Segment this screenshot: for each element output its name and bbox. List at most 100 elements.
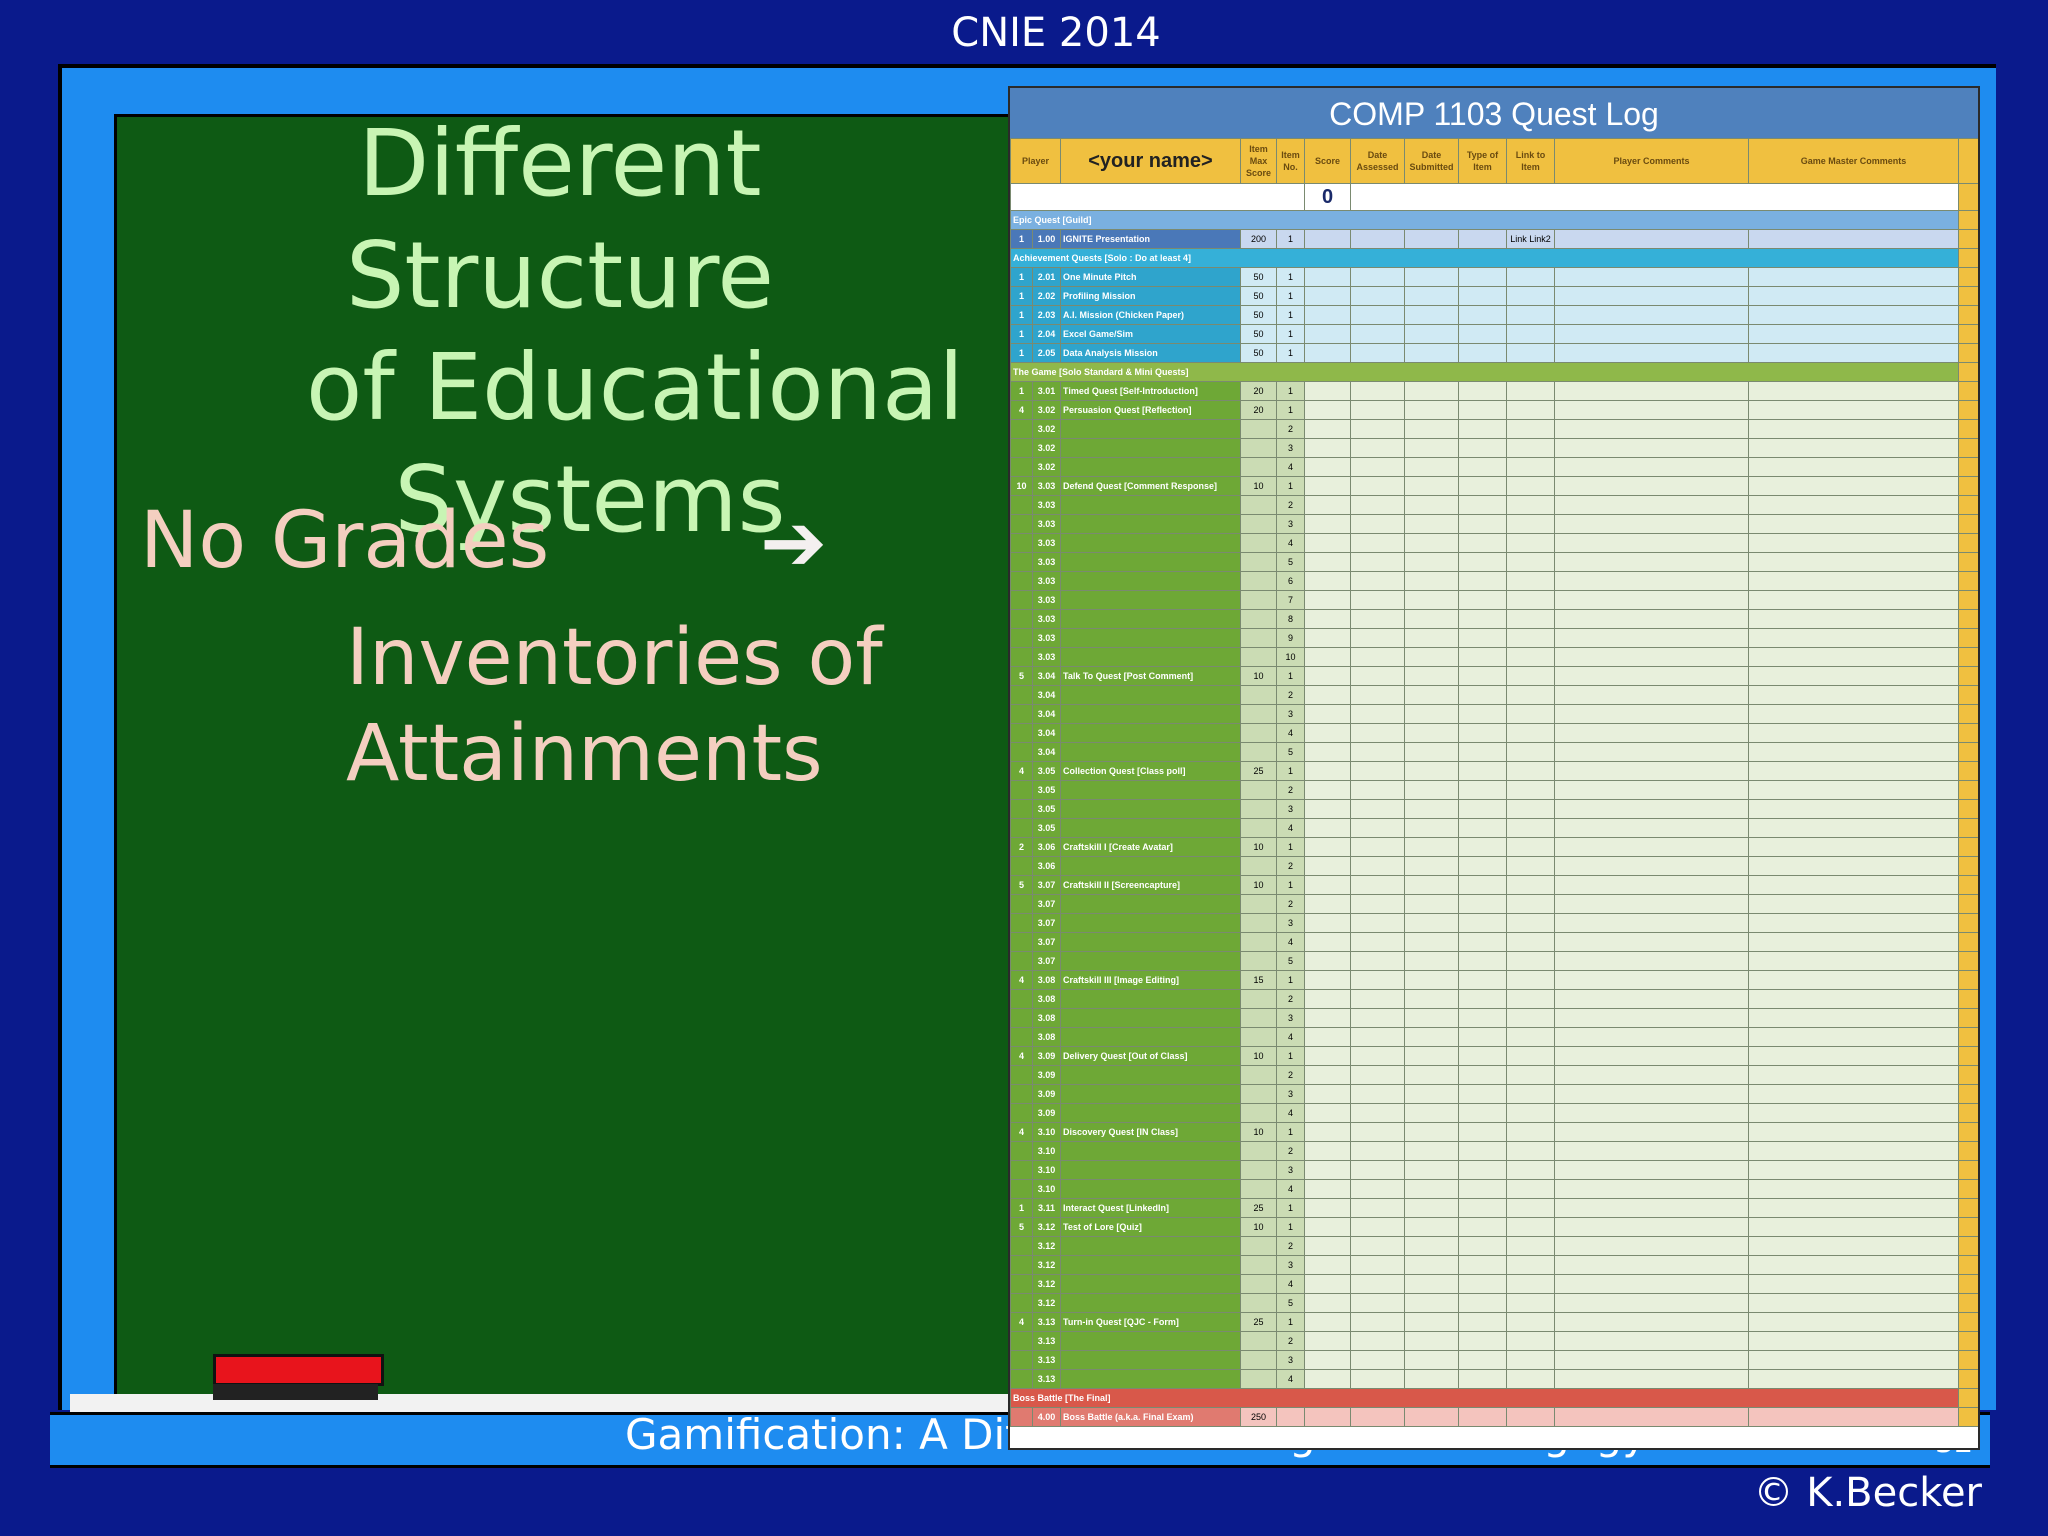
date-assessed-cell[interactable]	[1350, 970, 1405, 990]
type-of-item-cell[interactable]	[1458, 647, 1507, 667]
type-of-item-cell[interactable]	[1458, 818, 1507, 838]
player-comments-cell[interactable]	[1554, 1407, 1749, 1427]
player-comments-cell[interactable]	[1554, 571, 1749, 591]
date-assessed-cell[interactable]	[1350, 913, 1405, 933]
type-of-item-cell[interactable]	[1458, 571, 1507, 591]
date-submitted-cell[interactable]	[1404, 1122, 1459, 1142]
quest-row[interactable]: 1 2.03 A.I. Mission (Chicken Paper) 50 1	[1010, 305, 1978, 325]
quest-row[interactable]: 3.10 3	[1010, 1160, 1978, 1180]
date-submitted-cell[interactable]	[1404, 913, 1459, 933]
type-of-item-cell[interactable]	[1458, 343, 1507, 363]
type-of-item-cell[interactable]	[1458, 1331, 1507, 1351]
gm-comments-cell[interactable]	[1748, 989, 1959, 1009]
quest-row[interactable]: 3.02 2	[1010, 419, 1978, 439]
type-of-item-cell[interactable]	[1458, 685, 1507, 705]
score-cell[interactable]	[1304, 457, 1351, 477]
score-cell[interactable]	[1304, 400, 1351, 420]
date-submitted-cell[interactable]	[1404, 324, 1459, 344]
score-cell[interactable]	[1304, 571, 1351, 591]
gm-comments-cell[interactable]	[1748, 666, 1959, 686]
type-of-item-cell[interactable]	[1458, 1293, 1507, 1313]
date-submitted-cell[interactable]	[1404, 1350, 1459, 1370]
gm-comments-cell[interactable]	[1748, 571, 1959, 591]
gm-comments-cell[interactable]	[1748, 229, 1959, 249]
gm-comments-cell[interactable]	[1748, 476, 1959, 496]
player-comments-cell[interactable]	[1554, 989, 1749, 1009]
quest-row[interactable]: 3.12 5	[1010, 1293, 1978, 1313]
gm-comments-cell[interactable]	[1748, 837, 1959, 857]
player-comments-cell[interactable]	[1554, 419, 1749, 439]
player-comments-cell[interactable]	[1554, 305, 1749, 325]
player-comments-cell[interactable]	[1554, 1027, 1749, 1047]
score-cell[interactable]	[1304, 932, 1351, 952]
player-comments-cell[interactable]	[1554, 818, 1749, 838]
gm-comments-cell[interactable]	[1748, 1103, 1959, 1123]
player-comments-cell[interactable]	[1554, 438, 1749, 458]
quest-row[interactable]: 1 2.02 Profiling Mission 50 1	[1010, 286, 1978, 306]
date-assessed-cell[interactable]	[1350, 1122, 1405, 1142]
gm-comments-cell[interactable]	[1748, 1046, 1959, 1066]
player-comments-cell[interactable]	[1554, 267, 1749, 287]
date-submitted-cell[interactable]	[1404, 267, 1459, 287]
date-submitted-cell[interactable]	[1404, 780, 1459, 800]
quest-row[interactable]: 4.00 Boss Battle (a.k.a. Final Exam) 250	[1010, 1407, 1978, 1427]
date-assessed-cell[interactable]	[1350, 1103, 1405, 1123]
date-submitted-cell[interactable]	[1404, 799, 1459, 819]
quest-row[interactable]: 5 3.12 Test of Lore [Quiz] 10 1	[1010, 1217, 1978, 1237]
gm-comments-cell[interactable]	[1748, 818, 1959, 838]
score-cell[interactable]	[1304, 875, 1351, 895]
player-comments-cell[interactable]	[1554, 552, 1749, 572]
date-submitted-cell[interactable]	[1404, 723, 1459, 743]
player-comments-cell[interactable]	[1554, 343, 1749, 363]
player-comments-cell[interactable]	[1554, 704, 1749, 724]
type-of-item-cell[interactable]	[1458, 1350, 1507, 1370]
player-comments-cell[interactable]	[1554, 799, 1749, 819]
quest-row[interactable]: 3.02 3	[1010, 438, 1978, 458]
type-of-item-cell[interactable]	[1458, 1103, 1507, 1123]
gm-comments-cell[interactable]	[1748, 761, 1959, 781]
score-cell[interactable]	[1304, 1274, 1351, 1294]
gm-comments-cell[interactable]	[1748, 1312, 1959, 1332]
type-of-item-cell[interactable]	[1458, 457, 1507, 477]
date-assessed-cell[interactable]	[1350, 685, 1405, 705]
player-comments-cell[interactable]	[1554, 1350, 1749, 1370]
type-of-item-cell[interactable]	[1458, 286, 1507, 306]
gm-comments-cell[interactable]	[1748, 343, 1959, 363]
player-comments-cell[interactable]	[1554, 1122, 1749, 1142]
date-assessed-cell[interactable]	[1350, 571, 1405, 591]
score-cell[interactable]	[1304, 837, 1351, 857]
score-cell[interactable]	[1304, 324, 1351, 344]
date-submitted-cell[interactable]	[1404, 951, 1459, 971]
quest-row[interactable]: 4 3.09 Delivery Quest [Out of Class] 10 1	[1010, 1046, 1978, 1066]
date-submitted-cell[interactable]	[1404, 628, 1459, 648]
type-of-item-cell[interactable]	[1458, 305, 1507, 325]
quest-row[interactable]: 3.13 3	[1010, 1350, 1978, 1370]
gm-comments-cell[interactable]	[1748, 951, 1959, 971]
type-of-item-cell[interactable]	[1458, 1255, 1507, 1275]
date-submitted-cell[interactable]	[1404, 932, 1459, 952]
quest-row[interactable]: 1 3.11 Interact Quest [LinkedIn] 25 1	[1010, 1198, 1978, 1218]
gm-comments-cell[interactable]	[1748, 894, 1959, 914]
score-cell[interactable]	[1304, 343, 1351, 363]
score-cell[interactable]	[1304, 1027, 1351, 1047]
type-of-item-cell[interactable]	[1458, 951, 1507, 971]
player-comments-cell[interactable]	[1554, 609, 1749, 629]
gm-comments-cell[interactable]	[1748, 305, 1959, 325]
gm-comments-cell[interactable]	[1748, 723, 1959, 743]
date-assessed-cell[interactable]	[1350, 514, 1405, 534]
date-assessed-cell[interactable]	[1350, 267, 1405, 287]
date-submitted-cell[interactable]	[1404, 1236, 1459, 1256]
player-comments-cell[interactable]	[1554, 1084, 1749, 1104]
player-comments-cell[interactable]	[1554, 324, 1749, 344]
player-comments-cell[interactable]	[1554, 894, 1749, 914]
player-comments-cell[interactable]	[1554, 1141, 1749, 1161]
score-cell[interactable]	[1304, 799, 1351, 819]
gm-comments-cell[interactable]	[1748, 1008, 1959, 1028]
score-cell[interactable]	[1304, 1065, 1351, 1085]
quest-row[interactable]: 3.03 10	[1010, 647, 1978, 667]
date-assessed-cell[interactable]	[1350, 856, 1405, 876]
type-of-item-cell[interactable]	[1458, 1065, 1507, 1085]
quest-row[interactable]: 1 2.01 One Minute Pitch 50 1	[1010, 267, 1978, 287]
date-submitted-cell[interactable]	[1404, 1084, 1459, 1104]
score-cell[interactable]	[1304, 685, 1351, 705]
